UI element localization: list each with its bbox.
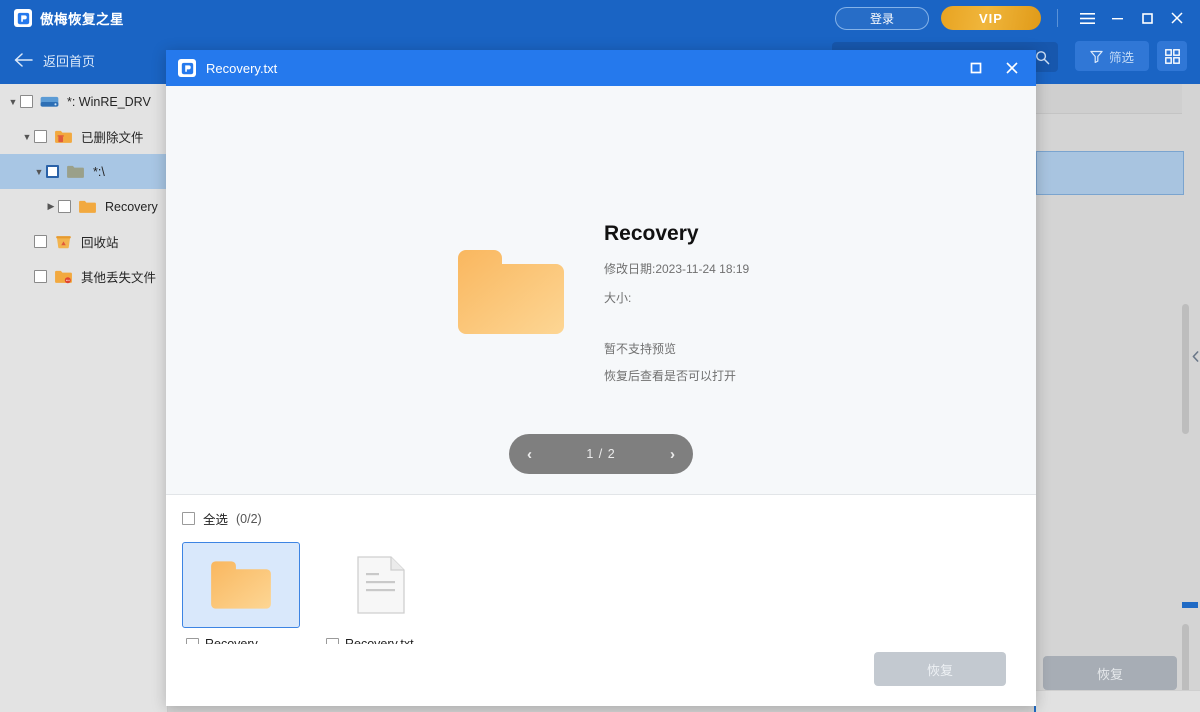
search-icon: [1035, 50, 1050, 65]
main-title-bar: 傲梅恢复之星 登录 VIP: [0, 0, 1200, 36]
sidebar-item-label: 回收站: [81, 232, 119, 251]
sidebar-item-label: *:\: [93, 165, 105, 179]
dialog-title-bar: Recovery.txt: [166, 50, 1036, 86]
dialog-maximize-icon[interactable]: [958, 50, 994, 86]
minimize-icon[interactable]: [1102, 3, 1132, 33]
dialog-footer: 恢复: [166, 644, 1036, 706]
preview-dialog: Recovery.txt: [166, 50, 1036, 706]
preview-file-name: Recovery: [604, 222, 934, 246]
thumbnail-box[interactable]: [322, 542, 440, 628]
folder-icon: [78, 199, 98, 214]
filter-button[interactable]: 筛选: [1075, 41, 1149, 71]
select-all-checkbox[interactable]: [182, 512, 195, 525]
sidebar-item-label: *: WinRE_DRV: [67, 95, 151, 109]
preview-size: 大小:: [604, 289, 934, 306]
chevron-left-icon: [1192, 351, 1199, 362]
deleted-folder-icon: [54, 129, 74, 144]
sidebar-item-label: 其他丢失文件: [81, 267, 156, 286]
tree-checkbox[interactable]: [34, 270, 47, 283]
tree-checkbox[interactable]: [46, 165, 59, 178]
panel-collapse-handle[interactable]: [1190, 340, 1200, 372]
background-list-header: [1036, 84, 1182, 114]
select-all-row[interactable]: 全选 (0/2): [182, 509, 1036, 528]
sidebar-item-recovery[interactable]: ▶ Recovery: [0, 189, 167, 224]
tree-checkbox[interactable]: [20, 95, 33, 108]
thumbnail-grid: Recovery Re: [182, 542, 1036, 651]
dialog-preview-area: Recovery 修改日期:2023-11-24 18:19 大小: 暂不支持预…: [166, 86, 1036, 494]
app-brand-name: 傲梅恢复之星: [40, 8, 124, 28]
sidebar-item-label: Recovery: [105, 200, 158, 214]
back-home-label: 返回首页: [43, 51, 95, 70]
meta-spacer: [604, 318, 934, 340]
grid-icon: [1165, 49, 1180, 64]
recycle-bin-icon: [54, 234, 74, 249]
tree-checkbox[interactable]: [34, 235, 47, 248]
chevron-down-icon[interactable]: ▼: [32, 167, 46, 177]
title-bar-separator: [1057, 9, 1058, 27]
preview-metadata: Recovery 修改日期:2023-11-24 18:19 大小: 暂不支持预…: [604, 222, 934, 394]
filter-label: 筛选: [1109, 47, 1134, 66]
folder-icon: [210, 559, 272, 611]
pager-next-button[interactable]: ›: [670, 446, 675, 463]
drive-icon: [40, 95, 60, 109]
chevron-down-icon[interactable]: ▼: [6, 97, 20, 107]
background-footer-bar: [1036, 690, 1200, 712]
sidebar-item-recycle-bin[interactable]: ▶ 回收站: [0, 224, 167, 259]
sidebar-item-root-drive[interactable]: ▼ *:\: [0, 154, 167, 189]
chevron-down-icon[interactable]: ▼: [20, 132, 34, 142]
dialog-recover-button[interactable]: 恢复: [874, 652, 1006, 686]
preview-pager: ‹ 1 / 2 ›: [509, 434, 693, 474]
lost-folder-icon: [54, 269, 74, 284]
sidebar-tree: ▼ *: WinRE_DRV ▼ 已删除文件: [0, 84, 168, 712]
chevron-right-icon[interactable]: ▶: [44, 201, 58, 212]
preview-unsupported-note: 暂不支持预览: [604, 340, 934, 357]
preview-folder-icon: [456, 246, 566, 338]
app-root: 傲梅恢复之星 登录 VIP: [0, 0, 1200, 712]
sidebar-item-deleted-files[interactable]: ▼ 已删除文件: [0, 119, 167, 154]
arrow-left-icon: [14, 53, 33, 67]
background-recover-button[interactable]: 恢复: [1043, 656, 1177, 690]
title-bar-controls: 登录 VIP: [835, 3, 1200, 33]
text-file-icon: [357, 556, 405, 614]
background-scrollbar-thumb[interactable]: [1182, 304, 1189, 434]
pager-prev-button[interactable]: ‹: [527, 446, 532, 463]
pager-position: 1 / 2: [586, 447, 615, 461]
select-all-label: 全选: [203, 509, 228, 528]
login-button[interactable]: 登录: [835, 7, 929, 30]
app-brand: 傲梅恢复之星: [0, 8, 124, 28]
filter-icon: [1090, 50, 1103, 63]
sidebar-item-other-lost-files[interactable]: ▶ 其他丢失文件: [0, 259, 167, 294]
dialog-close-icon[interactable]: [994, 50, 1030, 86]
select-all-count: (0/2): [236, 512, 262, 526]
grid-view-button[interactable]: [1157, 41, 1187, 71]
close-icon[interactable]: [1162, 3, 1192, 33]
thumbnail-item-recovery-txt[interactable]: Recovery.txt: [322, 542, 440, 651]
sidebar-item-winre-drv[interactable]: ▼ *: WinRE_DRV: [0, 84, 167, 119]
sidebar-item-label: 已删除文件: [81, 127, 144, 146]
thumbnail-item-recovery[interactable]: Recovery: [182, 542, 300, 651]
background-accent-marker: [1182, 602, 1198, 608]
back-home-button[interactable]: 返回首页: [0, 51, 95, 70]
app-logo-icon: [14, 9, 32, 27]
dialog-logo-icon: [178, 59, 196, 77]
background-selected-row[interactable]: [1036, 151, 1184, 195]
preview-hint-note: 恢复后查看是否可以打开: [604, 367, 934, 384]
tree-checkbox[interactable]: [34, 130, 47, 143]
vip-button[interactable]: VIP: [941, 6, 1041, 30]
maximize-icon[interactable]: [1132, 3, 1162, 33]
menu-icon[interactable]: [1072, 3, 1102, 33]
tree-checkbox[interactable]: [58, 200, 71, 213]
thumbnail-box[interactable]: [182, 542, 300, 628]
folder-gray-icon: [66, 164, 86, 179]
preview-modified-date: 修改日期:2023-11-24 18:19: [604, 260, 934, 277]
dialog-title: Recovery.txt: [206, 61, 277, 76]
